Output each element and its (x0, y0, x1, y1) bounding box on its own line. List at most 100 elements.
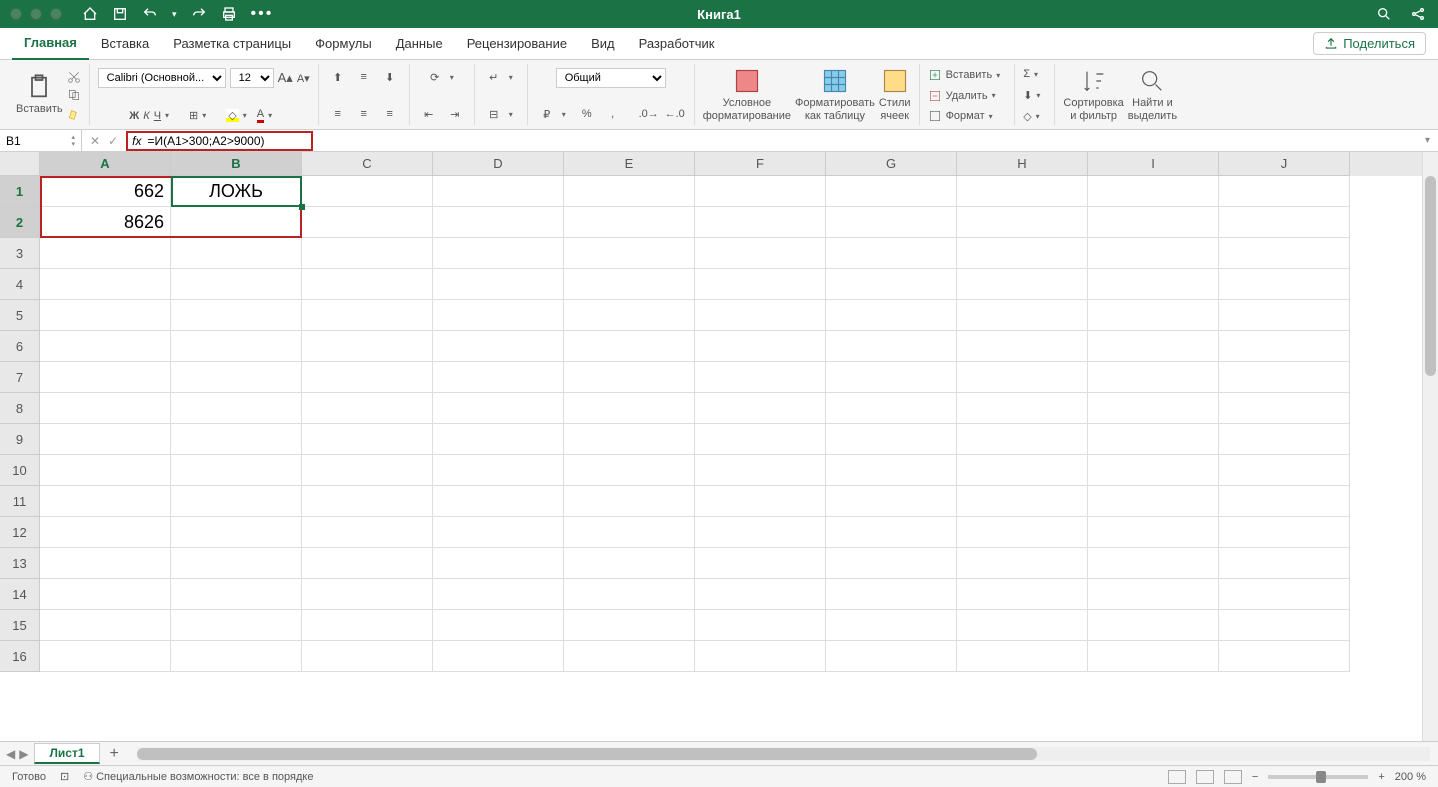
row-header[interactable]: 2 (0, 207, 40, 238)
cell-J12[interactable] (1219, 517, 1350, 548)
cell-F14[interactable] (695, 579, 826, 610)
sort-filter-button[interactable]: Сортировка и фильтр (1063, 67, 1123, 121)
cell-A1[interactable]: 662 (40, 176, 171, 207)
cell-H7[interactable] (957, 362, 1088, 393)
comma-icon[interactable]: , (602, 105, 624, 123)
cell-E10[interactable] (564, 455, 695, 486)
cell-H13[interactable] (957, 548, 1088, 579)
select-all-corner[interactable] (0, 152, 40, 176)
minimize-window[interactable] (30, 8, 42, 20)
column-header[interactable]: A (40, 152, 171, 176)
percent-icon[interactable]: % (576, 105, 598, 123)
row-header[interactable]: 10 (0, 455, 40, 486)
row-header[interactable]: 11 (0, 486, 40, 517)
column-header[interactable]: G (826, 152, 957, 176)
cell-C16[interactable] (302, 641, 433, 672)
cell-D12[interactable] (433, 517, 564, 548)
confirm-formula-icon[interactable]: ✓ (108, 134, 118, 148)
cell-G8[interactable] (826, 393, 957, 424)
cell-A3[interactable] (40, 238, 171, 269)
cell-I8[interactable] (1088, 393, 1219, 424)
font-size-select[interactable]: 12 (230, 68, 274, 88)
cell-H6[interactable] (957, 331, 1088, 362)
increase-indent-icon[interactable]: ⇥ (444, 105, 466, 123)
cell-E5[interactable] (564, 300, 695, 331)
cell-A12[interactable] (40, 517, 171, 548)
cell-B15[interactable] (171, 610, 302, 641)
cell-I9[interactable] (1088, 424, 1219, 455)
cell-G12[interactable] (826, 517, 957, 548)
sheet-next-icon[interactable]: ▶ (19, 747, 28, 761)
cell-E16[interactable] (564, 641, 695, 672)
cell-C12[interactable] (302, 517, 433, 548)
cell-B6[interactable] (171, 331, 302, 362)
cell-J16[interactable] (1219, 641, 1350, 672)
cell-H15[interactable] (957, 610, 1088, 641)
cell-C5[interactable] (302, 300, 433, 331)
cell-D15[interactable] (433, 610, 564, 641)
cell-B1[interactable]: ЛОЖЬ (171, 176, 302, 207)
close-window[interactable] (10, 8, 22, 20)
page-break-view-icon[interactable] (1224, 770, 1242, 784)
sheet-tab[interactable]: Лист1 (34, 743, 99, 764)
tab-formulas[interactable]: Формулы (303, 28, 384, 60)
row-header[interactable]: 15 (0, 610, 40, 641)
cell-F7[interactable] (695, 362, 826, 393)
cell-G14[interactable] (826, 579, 957, 610)
cell-H16[interactable] (957, 641, 1088, 672)
cell-F11[interactable] (695, 486, 826, 517)
cell-A9[interactable] (40, 424, 171, 455)
tab-layout[interactable]: Разметка страницы (161, 28, 303, 60)
row-header[interactable]: 8 (0, 393, 40, 424)
bold-button[interactable]: Ж (129, 110, 139, 122)
cell-G11[interactable] (826, 486, 957, 517)
cell-J8[interactable] (1219, 393, 1350, 424)
column-header[interactable]: B (171, 152, 302, 176)
insert-cells-button[interactable]: Вставить▾ (928, 68, 1007, 82)
row-header[interactable]: 13 (0, 548, 40, 579)
cell-I3[interactable] (1088, 238, 1219, 269)
cell-H1[interactable] (957, 176, 1088, 207)
macro-record-icon[interactable]: ⊡ (60, 770, 69, 783)
cell-A2[interactable]: 8626 (40, 207, 171, 238)
cell-I15[interactable] (1088, 610, 1219, 641)
cell-A7[interactable] (40, 362, 171, 393)
conditional-format-button[interactable]: Условное форматирование (703, 67, 791, 121)
cell-C11[interactable] (302, 486, 433, 517)
cell-J4[interactable] (1219, 269, 1350, 300)
cell-A8[interactable] (40, 393, 171, 424)
decrease-font-icon[interactable]: A▾ (297, 72, 310, 85)
cell-G9[interactable] (826, 424, 957, 455)
cell-C4[interactable] (302, 269, 433, 300)
cell-D4[interactable] (433, 269, 564, 300)
cell-F2[interactable] (695, 207, 826, 238)
cell-A14[interactable] (40, 579, 171, 610)
fill-color-button[interactable]: ◇ (226, 109, 238, 122)
cell-B3[interactable] (171, 238, 302, 269)
cell-C15[interactable] (302, 610, 433, 641)
column-header[interactable]: I (1088, 152, 1219, 176)
cell-E2[interactable] (564, 207, 695, 238)
font-color-button[interactable]: A (257, 108, 264, 123)
column-header[interactable]: E (564, 152, 695, 176)
align-top-icon[interactable]: ⬆ (327, 68, 349, 86)
tab-home[interactable]: Главная (12, 28, 89, 60)
row-header[interactable]: 1 (0, 176, 40, 207)
cell-D16[interactable] (433, 641, 564, 672)
row-header[interactable]: 5 (0, 300, 40, 331)
cell-D2[interactable] (433, 207, 564, 238)
cell-I2[interactable] (1088, 207, 1219, 238)
tab-developer[interactable]: Разработчик (627, 28, 727, 60)
more-icon[interactable]: ••• (251, 5, 274, 23)
cell-G7[interactable] (826, 362, 957, 393)
find-select-button[interactable]: Найти и выделить (1128, 67, 1177, 121)
cell-H5[interactable] (957, 300, 1088, 331)
cell-F9[interactable] (695, 424, 826, 455)
cell-I6[interactable] (1088, 331, 1219, 362)
cell-F10[interactable] (695, 455, 826, 486)
cell-E11[interactable] (564, 486, 695, 517)
cell-E3[interactable] (564, 238, 695, 269)
column-header[interactable]: J (1219, 152, 1350, 176)
cell-G15[interactable] (826, 610, 957, 641)
row-header[interactable]: 6 (0, 331, 40, 362)
